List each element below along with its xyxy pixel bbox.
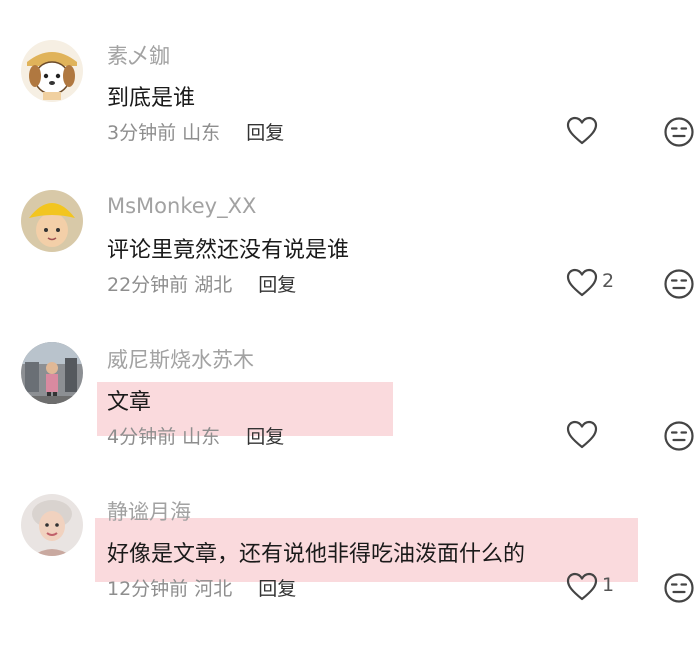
emoji-button[interactable] <box>663 116 695 148</box>
emoji-face-icon <box>664 269 694 299</box>
comment-meta: 12分钟前 河北 回复 <box>107 574 296 601</box>
username[interactable]: MsMonkey_XX <box>107 194 256 218</box>
like-button[interactable] <box>566 420 602 450</box>
street-photo-avatar <box>21 342 83 404</box>
comment-text: 文章 <box>107 390 152 415</box>
comment-text: 好像是文章，还有说他非得吃油泼面什么的 <box>107 542 526 567</box>
username[interactable]: 威尼斯烧水苏木 <box>107 344 254 374</box>
comment-item: 静谧月海 好像是文章，还有说他非得吃油泼面什么的 12分钟前 河北 回复 1 <box>0 476 698 628</box>
like-button[interactable] <box>566 116 602 146</box>
heart-outline-icon <box>566 572 598 601</box>
comment-meta: 4分钟前 山东 回复 <box>107 422 284 449</box>
comment-item: MsMonkey_XX 评论里竟然还没有说是谁 22分钟前 湖北 回复 2 <box>0 172 698 324</box>
reply-button[interactable]: 回复 <box>246 426 284 448</box>
heart-outline-icon <box>566 116 598 145</box>
emoji-face-icon <box>664 117 694 147</box>
heart-outline-icon <box>566 268 598 297</box>
comment-time: 3分钟前 <box>107 122 177 144</box>
username[interactable]: 素乄鉫 <box>107 40 170 70</box>
comment-item: 威尼斯烧水苏木 文章 4分钟前 山东 回复 <box>0 324 698 476</box>
comment-text: 到底是谁 <box>107 86 196 111</box>
emoji-button[interactable] <box>663 268 695 300</box>
emoji-face-icon <box>664 421 694 451</box>
emoji-button[interactable] <box>663 572 695 604</box>
dog-cartoon-avatar <box>21 40 83 102</box>
reply-button[interactable]: 回复 <box>258 274 296 296</box>
comment-time: 22分钟前 <box>107 274 189 296</box>
comment-meta: 3分钟前 山东 回复 <box>107 118 284 145</box>
comment-location: 河北 <box>194 578 233 600</box>
like-count: 1 <box>602 574 615 596</box>
emoji-face-icon <box>664 573 694 603</box>
comment-text: 评论里竟然还没有说是谁 <box>107 238 350 263</box>
heart-outline-icon <box>566 420 598 449</box>
avatar[interactable] <box>21 342 83 404</box>
avatar[interactable] <box>21 190 83 252</box>
comment-time: 4分钟前 <box>107 426 177 448</box>
reply-button[interactable]: 回复 <box>258 578 296 600</box>
comment-location: 湖北 <box>194 274 233 296</box>
avatar[interactable] <box>21 40 83 102</box>
comment-location: 山东 <box>182 426 221 448</box>
reply-button[interactable]: 回复 <box>246 122 284 144</box>
username[interactable]: 静谧月海 <box>107 496 191 526</box>
woman-portrait-avatar <box>21 494 83 556</box>
like-button[interactable]: 2 <box>566 268 614 298</box>
comment-time: 12分钟前 <box>107 578 189 600</box>
emoji-button[interactable] <box>663 420 695 452</box>
child-yellow-hat-avatar <box>21 190 83 252</box>
comment-location: 山东 <box>182 122 221 144</box>
like-button[interactable]: 1 <box>566 572 614 602</box>
comment-meta: 22分钟前 湖北 回复 <box>107 270 296 297</box>
like-count: 2 <box>602 270 615 292</box>
avatar[interactable] <box>21 494 83 556</box>
comment-item: 素乄鉫 到底是谁 3分钟前 山东 回复 <box>0 20 698 172</box>
